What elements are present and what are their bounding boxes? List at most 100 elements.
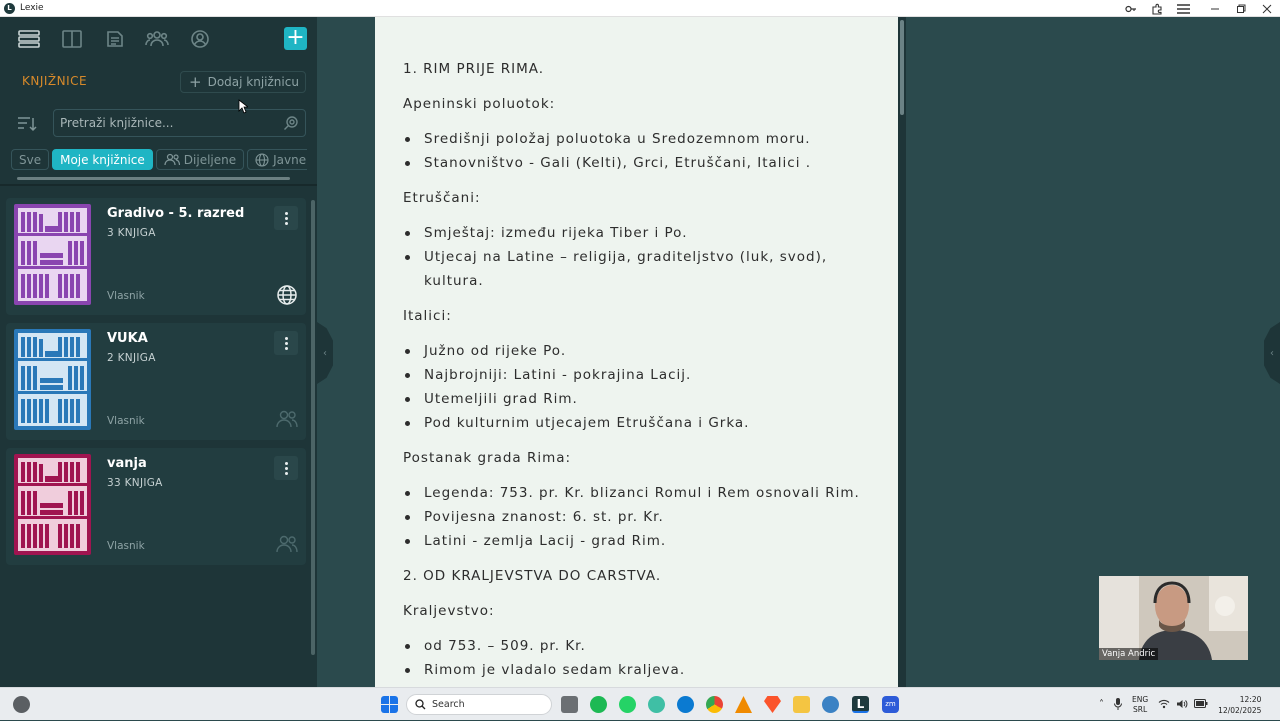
zoom-app-icon[interactable]: zm bbox=[882, 696, 899, 713]
system-tray: ˄ ENG SRL 12:20 12/02/2025 bbox=[1099, 688, 1261, 721]
extensions-icon[interactable] bbox=[1144, 0, 1170, 17]
participant-name: Vanja Andric bbox=[1099, 648, 1159, 660]
expand-right-panel-handle[interactable]: ‹ bbox=[1264, 322, 1280, 384]
chrome-browser-icon[interactable] bbox=[706, 696, 723, 713]
document-paragraph: 1. RIM PRIJE RIMA. bbox=[403, 61, 545, 77]
filter-tab-my-libraries[interactable]: Moje knjižnice bbox=[52, 149, 153, 170]
globe-icon bbox=[255, 152, 269, 167]
file-explorer-icon[interactable] bbox=[793, 696, 810, 713]
groups-icon[interactable] bbox=[144, 27, 170, 51]
document-bullet-item: Utjecaj na Latine – religija, graditeljs… bbox=[403, 245, 883, 293]
more-options-icon[interactable] bbox=[274, 456, 298, 480]
document-icon[interactable] bbox=[102, 27, 128, 51]
document-bullet-item: Rimom je vladalo sedam kraljeva. bbox=[403, 658, 883, 682]
window-title: Lexie bbox=[20, 3, 44, 13]
library-book-count: 33 KNJIGA bbox=[107, 477, 163, 489]
libraries-heading: KNJIŽNICE bbox=[22, 74, 88, 88]
search-icon bbox=[415, 699, 426, 710]
library-name: vanja bbox=[107, 456, 147, 471]
sidebar: + KNJIŽNICE + Dodaj knjižnicu SveMoje kn… bbox=[0, 17, 317, 687]
more-options-icon[interactable] bbox=[274, 206, 298, 230]
os-taskbar: Search L zm ˄ ENG SRL 12:20 12/02/2025 bbox=[0, 687, 1280, 720]
library-filter-tabs: Sve Moje knjižnice Dijeljene Javne bbox=[11, 149, 307, 170]
app-logo-icon: L bbox=[4, 2, 15, 14]
bookshelf-cover-icon bbox=[14, 204, 91, 305]
title-bar: L Lexie bbox=[0, 0, 1280, 17]
document-bullet-item: Utemeljili grad Rim. bbox=[403, 387, 883, 411]
bookshelf-cover-icon bbox=[14, 454, 91, 555]
document-bullet-item: Povijesna znanost: 6. st. pr. Kr. bbox=[403, 505, 883, 529]
library-name: Gradivo - 5. razred bbox=[107, 206, 245, 221]
users-icon bbox=[276, 409, 298, 433]
book-open-icon[interactable] bbox=[59, 27, 85, 51]
library-list: Gradivo - 5. razred 3 KNJIGA Vlasnik VUK… bbox=[6, 198, 306, 573]
windows-start-icon[interactable] bbox=[381, 696, 398, 713]
library-search-field bbox=[53, 109, 306, 137]
collapse-sidebar-handle[interactable]: ‹ bbox=[317, 322, 333, 384]
minimize-button[interactable] bbox=[1202, 0, 1228, 17]
library-book-count: 2 KNJIGA bbox=[107, 352, 156, 364]
document-paragraph: Etruščani: bbox=[403, 190, 481, 206]
whatsapp-icon[interactable] bbox=[619, 696, 636, 713]
library-owner-role: Vlasnik bbox=[107, 290, 145, 302]
brave-browser-icon[interactable] bbox=[764, 696, 781, 713]
document-bullet-list: Južno od rijeke Po. Najbrojniji: Latini -… bbox=[403, 339, 883, 435]
clock-time: 12:20 bbox=[1239, 694, 1262, 704]
restore-button[interactable] bbox=[1228, 0, 1254, 17]
document-scrollbar-thumb[interactable] bbox=[900, 20, 904, 115]
document-paragraph: Italici: bbox=[403, 308, 452, 324]
widgets-icon[interactable] bbox=[13, 696, 30, 713]
chat-app-icon[interactable] bbox=[648, 696, 665, 713]
divider bbox=[0, 184, 317, 186]
more-options-icon[interactable] bbox=[274, 331, 298, 355]
sidebar-scrollbar[interactable] bbox=[311, 200, 315, 655]
sort-icon[interactable] bbox=[16, 115, 38, 133]
language-indicator[interactable]: ENG SRL bbox=[1132, 695, 1148, 715]
battery-icon[interactable] bbox=[1194, 699, 1208, 710]
filter-tab-public[interactable]: Javne bbox=[247, 149, 307, 170]
microphone-icon[interactable] bbox=[1114, 697, 1122, 712]
filter-tabs-scrollbar[interactable] bbox=[17, 177, 290, 180]
document-bullet-list: od 753. – 509. pr. Kr. Rimom je vladalo s… bbox=[403, 634, 883, 682]
hamburger-menu-icon[interactable] bbox=[1170, 0, 1196, 17]
volume-icon[interactable] bbox=[1176, 699, 1188, 711]
sidebar-toolbar: + bbox=[0, 17, 317, 65]
document-bullet-list: Središnji položaj poluotoka u Sredozemno… bbox=[403, 127, 883, 175]
document-bullet-item: Južno od rijeke Po. bbox=[403, 339, 883, 363]
document-paragraph: Apeninski poluotok: bbox=[403, 96, 556, 112]
close-button[interactable] bbox=[1254, 0, 1280, 17]
library-card[interactable]: vanja 33 KNJIGA Vlasnik bbox=[6, 448, 306, 565]
taskbar-search-box[interactable]: Search bbox=[406, 694, 552, 715]
library-name: VUKA bbox=[107, 331, 148, 346]
key-icon[interactable] bbox=[1118, 0, 1144, 17]
lexie-app-icon[interactable]: L bbox=[852, 696, 869, 713]
library-stack-icon[interactable] bbox=[16, 27, 42, 51]
library-card[interactable]: Gradivo - 5. razred 3 KNJIGA Vlasnik bbox=[6, 198, 306, 315]
plus-icon: + bbox=[189, 73, 202, 91]
profile-icon[interactable] bbox=[187, 27, 213, 51]
app-icon[interactable] bbox=[822, 696, 839, 713]
wifi-icon[interactable] bbox=[1158, 699, 1170, 711]
search-icon[interactable] bbox=[283, 115, 299, 135]
clock[interactable]: 12:20 12/02/2025 bbox=[1218, 694, 1261, 716]
add-library-button[interactable]: + Dodaj knjižnicu bbox=[180, 71, 306, 93]
document-bullet-item: od 753. – 509. pr. Kr. bbox=[403, 634, 883, 658]
add-new-button[interactable]: + bbox=[284, 27, 307, 50]
document-scrollbar-track[interactable] bbox=[898, 17, 906, 687]
chevron-up-icon[interactable]: ˄ bbox=[1099, 699, 1104, 710]
spotify-icon[interactable] bbox=[590, 696, 607, 713]
webcam-overlay: Vanja Andric bbox=[1099, 576, 1248, 660]
task-view-icon[interactable] bbox=[561, 696, 578, 713]
users-icon bbox=[276, 534, 298, 558]
filter-tab-shared[interactable]: Dijeljene bbox=[155, 149, 245, 170]
edge-browser-icon[interactable] bbox=[677, 696, 694, 713]
library-card[interactable]: VUKA 2 KNJIGA Vlasnik bbox=[6, 323, 306, 440]
chevron-left-icon: ‹ bbox=[323, 347, 327, 359]
document-paragraph: 2. OD KRALJEVSTVA DO CARSTVA. bbox=[403, 568, 662, 584]
users-icon bbox=[164, 153, 180, 166]
mouse-cursor-icon bbox=[238, 99, 248, 114]
document-bullet-list: Smještaj: između rijeka Tiber i Po. Utjec… bbox=[403, 221, 883, 293]
vlc-icon[interactable] bbox=[735, 696, 752, 713]
add-library-label: Dodaj knjižnicu bbox=[207, 75, 299, 89]
filter-tab-all[interactable]: Sve bbox=[11, 149, 50, 170]
